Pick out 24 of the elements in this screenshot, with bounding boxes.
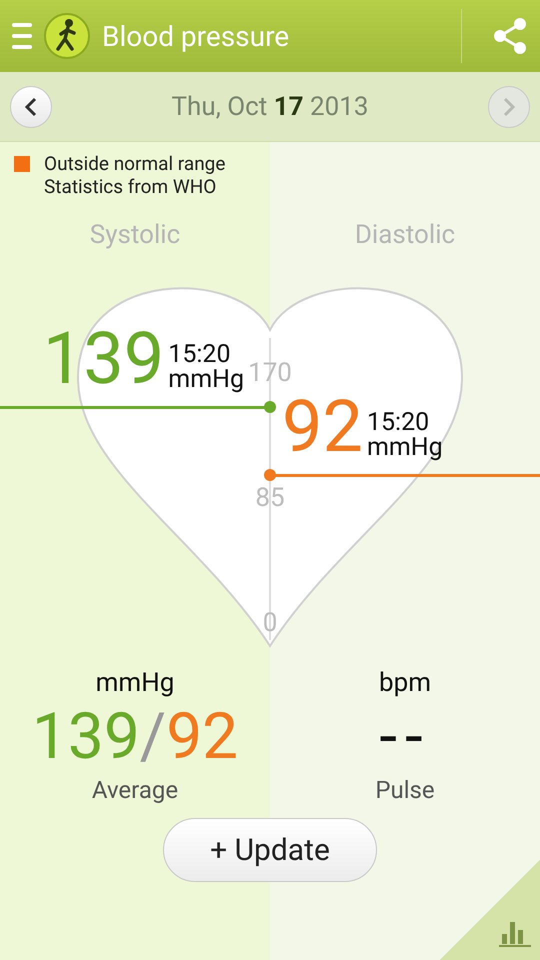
reading-value: 139 — [42, 327, 164, 392]
legend-text: Outside normal range — [44, 152, 226, 175]
average-diastolic: 92 — [166, 702, 238, 772]
column-heading: Diastolic — [354, 220, 456, 250]
legend-text: Statistics from WHO — [44, 175, 216, 198]
app-title: Blood pressure — [102, 20, 290, 52]
axis-tick-label: 0 — [262, 608, 278, 638]
reading-unit: mmHg — [168, 366, 244, 392]
reading-time: 15:20 — [366, 410, 430, 435]
reading-unit: mmHg — [366, 434, 443, 460]
date-label: Thu, Oct 17 2013 — [172, 92, 368, 122]
pulse-label: Pulse — [375, 776, 435, 804]
pulse-value: -- — [379, 702, 431, 772]
unit-label: mmHg — [96, 668, 174, 698]
reading-time: 15:20 — [168, 342, 232, 367]
slash-separator: / — [140, 702, 166, 772]
average-systolic: 139 — [32, 702, 140, 772]
axis-tick-label: 85 — [255, 483, 285, 513]
reading-value: 92 — [282, 395, 363, 460]
update-button[interactable]: + Update — [163, 818, 377, 882]
average-label: Average — [92, 776, 178, 804]
unit-label: bpm — [379, 668, 431, 698]
column-heading: Systolic — [88, 220, 182, 250]
axis-tick-label: 170 — [248, 358, 292, 388]
